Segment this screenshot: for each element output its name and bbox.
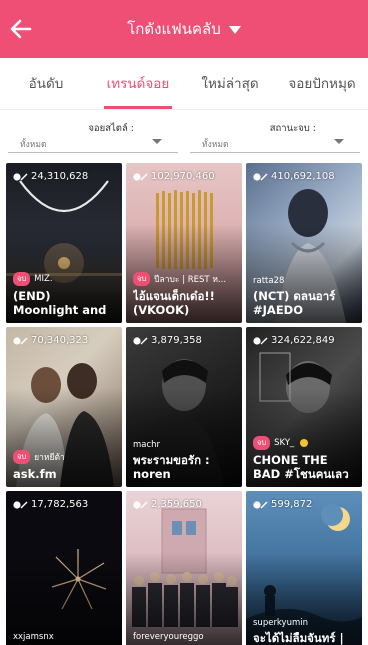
view-count: 2,359,650 bbox=[151, 499, 202, 510]
view-icon bbox=[253, 336, 268, 345]
story-title: (NCT) ดลนอาร์ #JAEDO bbox=[253, 289, 336, 317]
story-card[interactable]: 70,340,323 จบ ยาหยีต้า ask.fm bbox=[6, 327, 122, 487]
story-card[interactable]: 102,970,460 จบ ปีลาบะ | REST ห... ไอ้แจน… bbox=[126, 163, 242, 323]
app-bar: โกดังแฟนคลับ bbox=[0, 0, 368, 58]
chevron-down-icon bbox=[334, 139, 344, 144]
author-name: ratta28 bbox=[253, 276, 285, 286]
tab-pinned[interactable]: จอยปักหมุด bbox=[276, 58, 368, 109]
story-title: พระรามขอรัก : noren bbox=[133, 453, 210, 481]
view-icon bbox=[13, 500, 28, 509]
tab-trending[interactable]: เทรนด์จอย bbox=[92, 58, 184, 109]
author-name: ปีลาบะ | REST ห... bbox=[154, 275, 227, 285]
view-icon bbox=[133, 336, 148, 345]
status-filter-label: สถานะจบ : bbox=[269, 123, 316, 134]
view-count: 410,692,108 bbox=[271, 171, 335, 182]
author-name: foreveryoureggo bbox=[133, 632, 204, 642]
view-icon bbox=[253, 172, 268, 181]
status-filter-value: ทั้งหมด bbox=[202, 140, 229, 150]
medal-icon bbox=[300, 439, 309, 447]
page-title: โกดังแฟนคลับ bbox=[127, 20, 221, 38]
tab-bar: อันดับ เทรนด์จอย ใหม่ล่าสุด จอยปักหมุด bbox=[0, 58, 368, 110]
completed-badge: จบ bbox=[13, 272, 31, 286]
story-card[interactable]: 2,359,650 foreveryoureggo bbox=[126, 491, 242, 645]
author-name: machr bbox=[133, 440, 161, 450]
caret-down-icon bbox=[228, 26, 241, 34]
story-card[interactable]: 17,782,563 xxjamsnx bbox=[6, 491, 122, 645]
story-title: จะได้ไม่ลืมจันทร์ | bbox=[253, 631, 344, 645]
story-card[interactable]: 24,310,628 จบ MIZ. (END) Moonlight and S… bbox=[6, 163, 122, 323]
author-name: superkyumin bbox=[253, 618, 309, 628]
completed-badge: จบ bbox=[13, 450, 31, 464]
author-name: xxjamsnx bbox=[13, 632, 54, 642]
story-title: ไอ้แจนเด็กเด๋อ!! (VKOOK) bbox=[133, 289, 215, 317]
tab-latest[interactable]: ใหม่ล่าสุด bbox=[184, 58, 276, 109]
view-count: 17,782,563 bbox=[31, 499, 89, 510]
author-name: MIZ. bbox=[34, 274, 53, 284]
view-count: 24,310,628 bbox=[31, 171, 89, 182]
view-icon bbox=[133, 172, 148, 181]
author-name: ยาหยีต้า bbox=[34, 453, 65, 463]
category-dropdown[interactable]: โกดังแฟนคลับ bbox=[0, 0, 368, 58]
story-card[interactable]: 3,879,358 machr พระรามขอรัก : noren bbox=[126, 327, 242, 487]
story-card[interactable]: 599,872 superkyumin จะได้ไม่ลืมจันทร์ | bbox=[246, 491, 362, 645]
author-name: SKY_ bbox=[274, 438, 295, 448]
style-filter-label: จอยสไตล์ : bbox=[88, 123, 134, 134]
story-card[interactable]: 324,622,849 จบ SKY_ CHONE THE BAD #โชนคน… bbox=[246, 327, 362, 487]
view-icon bbox=[13, 172, 28, 181]
chevron-down-icon bbox=[152, 139, 162, 144]
view-count: 102,970,460 bbox=[151, 171, 215, 182]
status-filter-dropdown[interactable]: สถานะจบ : ทั้งหมด bbox=[190, 111, 360, 153]
story-title: (END) Moonlight and Sunshine (k... bbox=[13, 289, 107, 317]
view-icon bbox=[133, 500, 148, 509]
view-count: 3,879,358 bbox=[151, 335, 202, 346]
filter-bar: จอยสไตล์ : ทั้งหมด สถานะจบ : ทั้งหมด bbox=[0, 111, 368, 159]
view-icon bbox=[13, 336, 28, 345]
tab-ranking[interactable]: อันดับ bbox=[0, 58, 92, 109]
view-count: 599,872 bbox=[271, 499, 313, 510]
completed-badge: จบ bbox=[253, 436, 271, 450]
story-title: ask.fm bbox=[13, 467, 57, 481]
story-card[interactable]: 410,692,108 ratta28 (NCT) ดลนอาร์ #JAEDO bbox=[246, 163, 362, 323]
view-count: 324,622,849 bbox=[271, 335, 335, 346]
style-filter-value: ทั้งหมด bbox=[20, 140, 47, 150]
story-title: CHONE THE BAD #โชนคนเลวบน bbox=[253, 453, 349, 481]
completed-badge: จบ bbox=[133, 272, 151, 286]
view-icon bbox=[253, 500, 268, 509]
story-grid: 24,310,628 จบ MIZ. (END) Moonlight and S… bbox=[6, 163, 362, 645]
view-count: 70,340,323 bbox=[31, 335, 89, 346]
style-filter-dropdown[interactable]: จอยสไตล์ : ทั้งหมด bbox=[8, 111, 178, 153]
